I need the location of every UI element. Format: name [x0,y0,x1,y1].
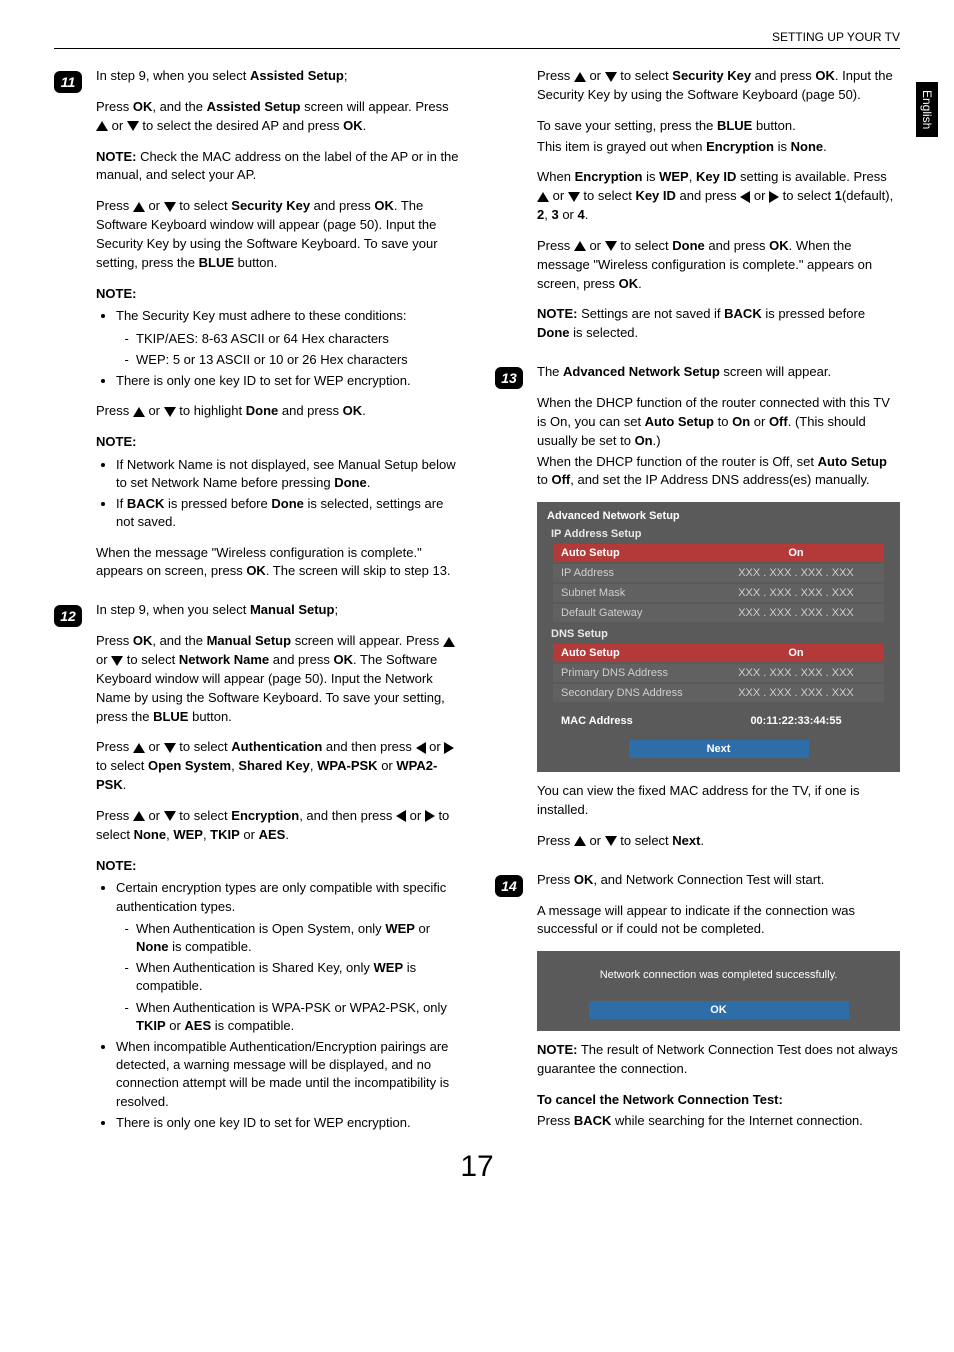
row-subnet-mask[interactable]: Subnet MaskXXX . XXX . XXX . XXX [553,584,884,602]
row-secondary-dns[interactable]: Secondary DNS AddressXXX . XXX . XXX . X… [553,684,884,702]
next-button[interactable]: Next [629,740,809,758]
note-label: NOTE: [96,433,459,452]
row-auto-setup-dns[interactable]: Auto SetupOn [553,644,884,662]
text: You can view the fixed MAC address for t… [537,782,900,820]
text: When the DHCP function of the router is … [537,453,900,491]
text: Press or to highlight Done and press OK. [96,402,459,421]
text: In step 9, when you select Manual Setup; [96,601,459,620]
page-number: 17 [54,1150,900,1184]
text: NOTE: Settings are not saved if BACK is … [537,305,900,343]
text: Press OK, and the Manual Setup screen wi… [96,632,459,726]
panel-subtitle-ip: IP Address Setup [551,528,886,540]
down-arrow-icon [127,121,139,131]
text: This item is grayed out when Encryption … [537,138,900,157]
text: NOTE: Check the MAC address on the label… [96,148,459,186]
left-arrow-icon [396,810,406,822]
step-badge-12: 12 [54,605,82,627]
up-arrow-icon [574,836,586,846]
step-badge-14: 14 [495,875,523,897]
language-tab: English [916,82,938,137]
up-arrow-icon [133,811,145,821]
down-arrow-icon [568,192,580,202]
text: When Encryption is WEP, Key ID setting i… [537,168,900,225]
row-default-gateway[interactable]: Default GatewayXXX . XXX . XXX . XXX [553,604,884,622]
step-badge-11: 11 [54,71,82,93]
connection-result-dialog: Network connection was completed success… [537,951,900,1031]
text: A message will appear to indicate if the… [537,902,900,940]
up-arrow-icon [96,121,108,131]
down-arrow-icon [605,72,617,82]
text: Press BACK while searching for the Inter… [537,1112,900,1131]
note-label: NOTE: [96,857,459,876]
note-list: The Security Key must adhere to these co… [96,307,459,390]
running-head: SETTING UP YOUR TV [54,30,900,49]
right-arrow-icon [444,742,454,754]
up-arrow-icon [133,407,145,417]
text: Press OK, and Network Connection Test wi… [537,871,900,890]
down-arrow-icon [164,407,176,417]
text: Press or to select Encryption, and then … [96,807,459,845]
row-ip-address[interactable]: IP AddressXXX . XXX . XXX . XXX [553,564,884,582]
text: Press or to select Authentication and th… [96,738,459,795]
panel-title: Advanced Network Setup [547,510,890,522]
text: NOTE: The result of Network Connection T… [537,1041,900,1079]
down-arrow-icon [111,656,123,666]
text: Press or to select Security Key and pres… [96,197,459,272]
row-primary-dns[interactable]: Primary DNS AddressXXX . XXX . XXX . XXX [553,664,884,682]
text: When the message "Wireless configuration… [96,544,459,582]
panel-subtitle-dns: DNS Setup [551,628,886,640]
text: Press or to select Security Key and pres… [537,67,900,105]
ok-button[interactable]: OK [589,1001,849,1019]
note-list: If Network Name is not displayed, see Ma… [96,456,459,532]
down-arrow-icon [164,202,176,212]
row-auto-setup-ip[interactable]: Auto SetupOn [553,544,884,562]
text: To save your setting, press the BLUE but… [537,117,900,136]
note-label: NOTE: [96,285,459,304]
row-mac-address: MAC Address00:11:22:33:44:55 [553,712,884,730]
up-arrow-icon [537,192,549,202]
up-arrow-icon [574,72,586,82]
text: Press or to select Done and press OK. Wh… [537,237,900,294]
left-arrow-icon [416,742,426,754]
text: When the DHCP function of the router con… [537,394,900,451]
right-arrow-icon [425,810,435,822]
text: Press OK, and the Assisted Setup screen … [96,98,459,136]
left-arrow-icon [740,191,750,203]
advanced-network-setup-panel: Advanced Network Setup IP Address Setup … [537,502,900,772]
up-arrow-icon [574,241,586,251]
text: The Advanced Network Setup screen will a… [537,363,900,382]
text: In step 9, when you select Assisted Setu… [96,67,459,86]
down-arrow-icon [164,811,176,821]
right-arrow-icon [769,191,779,203]
down-arrow-icon [605,241,617,251]
down-arrow-icon [605,836,617,846]
step-badge-13: 13 [495,367,523,389]
note-list: Certain encryption types are only compat… [96,879,459,1131]
up-arrow-icon [133,743,145,753]
text: Press or to select Next. [537,832,900,851]
heading: To cancel the Network Connection Test: [537,1091,900,1110]
dialog-message: Network connection was completed success… [547,969,890,981]
up-arrow-icon [133,202,145,212]
up-arrow-icon [443,637,455,647]
down-arrow-icon [164,743,176,753]
